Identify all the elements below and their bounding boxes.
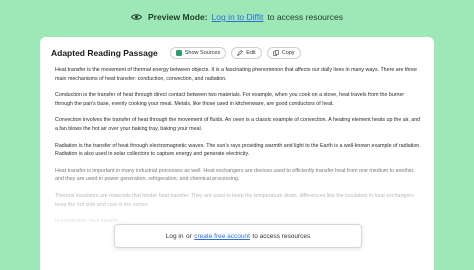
sources-icon: [175, 50, 182, 56]
show-sources-label: Show Sources: [184, 50, 221, 56]
passage-body: Heat transfer is the movement of thermal…: [40, 61, 434, 226]
preview-mode-label: Preview Mode:: [148, 12, 208, 22]
pencil-icon: [237, 50, 244, 56]
paragraph-industrial: Heat transfer is important in many indus…: [55, 167, 415, 183]
show-sources-button[interactable]: Show Sources: [169, 47, 227, 59]
login-prompt: Log in or create free account to access …: [114, 224, 362, 248]
login-prefix[interactable]: Log in: [166, 233, 184, 240]
paragraph-radiation: Radiation is the transfer of heat throug…: [55, 142, 421, 158]
preview-banner: Preview Mode: Log in to Diffit to access…: [0, 0, 474, 34]
paragraph-conduction: Conduction is the transfer of heat throu…: [55, 92, 405, 107]
login-link[interactable]: Log in to Diffit: [212, 12, 264, 22]
copy-icon: [273, 50, 279, 56]
paragraph-convection: Convection involves the transfer of heat…: [55, 117, 421, 132]
preview-suffix: to access resources: [267, 12, 343, 22]
create-account-link[interactable]: create free account: [194, 233, 250, 240]
edit-label: Edit: [246, 50, 256, 56]
login-suffix: to access resources: [252, 232, 311, 240]
card-header: Adapted Reading Passage Show Sources Edi…: [40, 37, 434, 61]
edit-button[interactable]: Edit: [231, 47, 262, 59]
copy-button[interactable]: Copy: [266, 47, 301, 59]
login-or: or: [185, 232, 192, 240]
paragraph-insulators: Thermal insulators are materials that hi…: [55, 192, 414, 208]
card-title: Adapted Reading Passage: [51, 48, 158, 58]
copy-label: Copy: [281, 50, 295, 56]
eye-icon: [131, 14, 143, 20]
paragraph-intro: Heat transfer is the movement of thermal…: [55, 67, 417, 82]
